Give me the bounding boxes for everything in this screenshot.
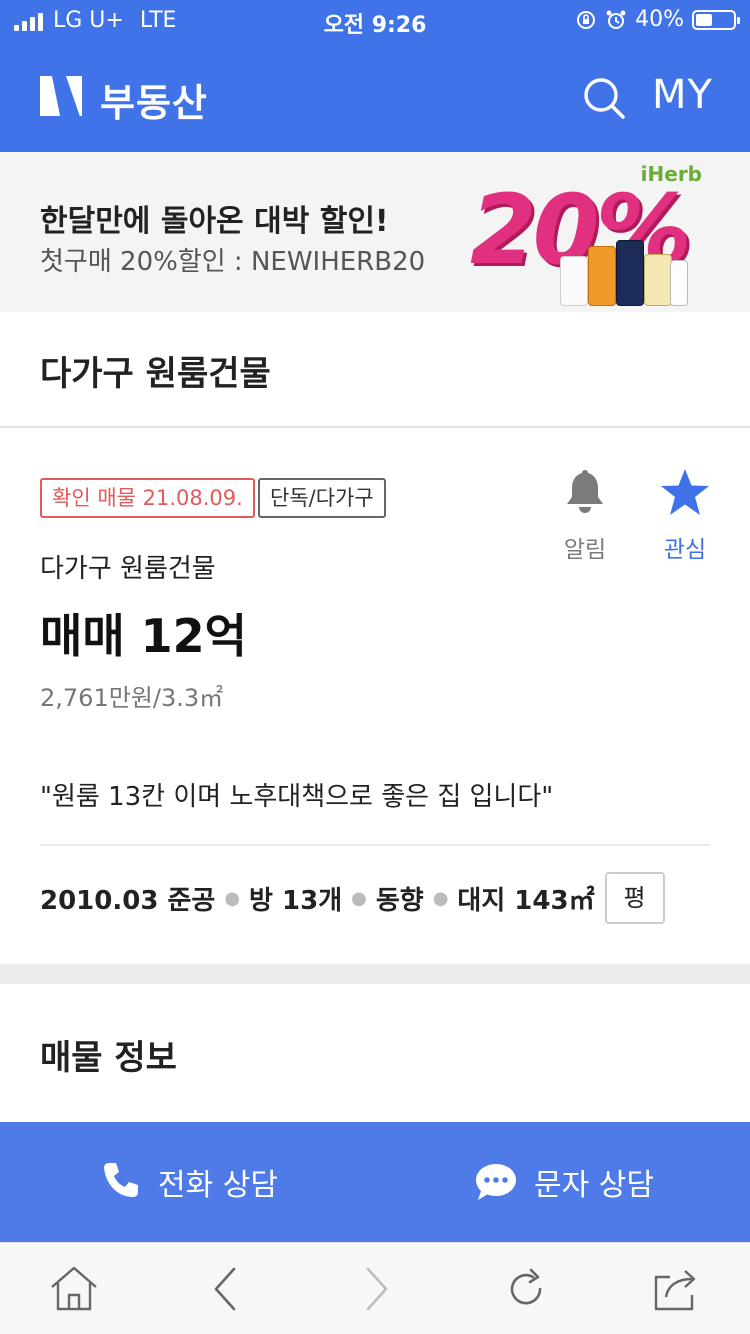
- refresh-icon[interactable]: [500, 1265, 552, 1313]
- info-section-title: 매물 정보: [40, 1038, 177, 1078]
- divider: [40, 844, 710, 846]
- status-bar: LG U+ LTE 오전 9:26 40%: [0, 0, 750, 40]
- divider: [0, 426, 750, 428]
- status-right: 40%: [575, 7, 740, 32]
- message-label: 문자 상담: [534, 1168, 654, 1203]
- separator-dot: ●: [432, 887, 449, 909]
- search-icon[interactable]: [582, 76, 626, 120]
- call-label: 전화 상담: [158, 1168, 278, 1203]
- share-icon[interactable]: [650, 1265, 702, 1313]
- home-icon[interactable]: [48, 1265, 100, 1313]
- battery-fill: [696, 13, 712, 26]
- app-header: 부동산 MY: [0, 40, 750, 152]
- back-icon[interactable]: [200, 1265, 252, 1313]
- battery-icon: [692, 9, 740, 30]
- alarm-clock-icon: [606, 10, 626, 29]
- spec-direction: 동향: [375, 885, 424, 916]
- forward-icon[interactable]: [350, 1265, 402, 1313]
- separator-dot: ●: [351, 887, 367, 909]
- verified-listing-badge: 확인 매물 21.08.09.: [40, 478, 255, 518]
- spec-rooms: 방 13개: [249, 885, 343, 916]
- browser-toolbar: [0, 1242, 750, 1334]
- favorite-button[interactable]: 관심: [650, 468, 720, 564]
- contact-action-bar: 전화 상담 문자 상담: [0, 1122, 750, 1242]
- bell-icon: [567, 470, 603, 513]
- chat-bubble-icon: [476, 1164, 516, 1200]
- ad-product-image: [560, 236, 690, 306]
- section-title: 다가구 원룸건물: [40, 354, 271, 394]
- section-gap: [0, 964, 750, 984]
- listing-specs: 2010.03 준공 ● 방 13개 ● 동향 ● 대지 143㎡ 평: [40, 872, 665, 924]
- naver-logo[interactable]: [40, 76, 82, 116]
- star-icon: [661, 469, 709, 515]
- listing-price: 매매 12억: [40, 609, 247, 663]
- ad-subline: 첫구매 20%할인 : NEWIHERB20: [40, 247, 426, 277]
- pyeong-toggle-button[interactable]: 평: [604, 872, 665, 924]
- favorite-label: 관심: [663, 537, 707, 563]
- property-type: 다가구 원룸건물: [40, 554, 216, 584]
- spec-built: 2010.03 준공: [40, 885, 216, 916]
- category-badge: 단독/다가구: [258, 478, 386, 518]
- message-button[interactable]: 문자 상담: [474, 1122, 654, 1242]
- app-screen: LG U+ LTE 오전 9:26 40% 부동산 MY 한달만에 돌아온 대박…: [0, 0, 750, 1334]
- rotation-lock-icon: [577, 10, 596, 29]
- phone-icon: [104, 1163, 138, 1197]
- alarm-button[interactable]: 알림: [550, 468, 620, 564]
- call-button[interactable]: 전화 상담: [100, 1122, 278, 1242]
- spec-land: 대지 143㎡: [457, 885, 595, 916]
- my-button[interactable]: MY: [652, 72, 713, 118]
- alarm-label: 알림: [563, 537, 607, 563]
- unit-price: 2,761만원/3.3㎡: [40, 684, 224, 712]
- ad-headline: 한달만에 돌아온 대박 할인!: [40, 204, 389, 239]
- separator-dot: ●: [224, 887, 241, 909]
- page-title[interactable]: 부동산: [100, 72, 208, 127]
- battery-percent: 40%: [635, 7, 684, 32]
- listing-description: "원룸 13칸 이며 노후대책으로 좋은 집 입니다": [40, 782, 554, 812]
